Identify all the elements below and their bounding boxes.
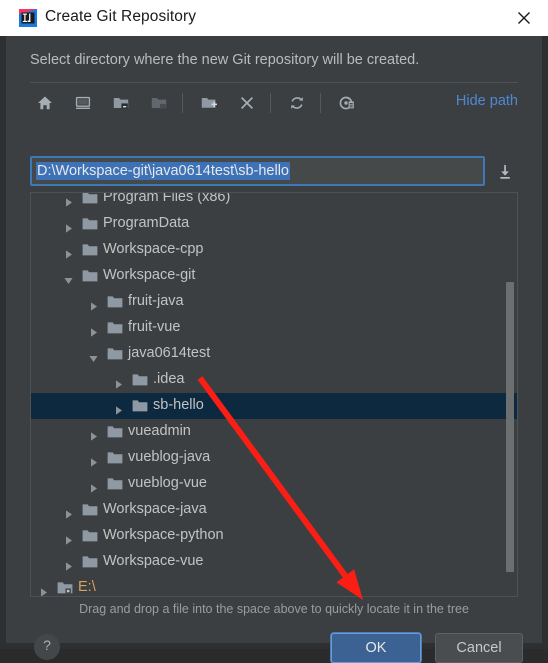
dialog-body: Select directory where the new Git repos… (6, 36, 542, 663)
module-folder-icon (144, 88, 174, 118)
drag-drop-hint: Drag and drop a file into the space abov… (79, 602, 469, 616)
chevron-down-icon[interactable] (89, 350, 98, 362)
tree-row[interactable]: fruit-java (31, 289, 517, 315)
chevron-down-icon[interactable] (64, 272, 73, 284)
toolbar-separator (270, 93, 271, 113)
tree-row[interactable]: ProgramData (31, 211, 517, 237)
show-hidden-files-icon[interactable] (332, 88, 362, 118)
project-folder-icon[interactable] (106, 88, 136, 118)
dialog-prompt: Select directory where the new Git repos… (30, 52, 420, 68)
chevron-right-icon[interactable] (64, 220, 73, 233)
ok-button[interactable]: OK (331, 633, 421, 663)
folder-icon (82, 269, 98, 283)
folder-icon (82, 555, 98, 569)
create-git-repository-dialog: Create Git Repository Select directory w… (0, 0, 548, 663)
chevron-right-icon[interactable] (64, 558, 73, 571)
hide-path-link[interactable]: Hide path (456, 93, 518, 109)
chevron-right-icon[interactable] (64, 246, 73, 259)
chevron-right-icon[interactable] (64, 506, 73, 519)
folder-icon (132, 373, 148, 387)
tree-row-label: sb-hello (153, 397, 204, 413)
folder-icon (107, 295, 123, 309)
folder-icon (82, 243, 98, 257)
tree-row[interactable]: vueadmin (31, 419, 517, 445)
folder-icon (82, 529, 98, 543)
path-input-value: D:\Workspace-git\java0614test\sb-hello (36, 162, 290, 180)
chevron-right-icon[interactable] (114, 402, 123, 415)
intellij-idea-logo-icon (19, 9, 37, 27)
help-button[interactable]: ? (34, 634, 60, 660)
folder-icon (132, 399, 148, 413)
path-row: D:\Workspace-git\java0614test\sb-hello (30, 156, 518, 186)
folder-icon (107, 347, 123, 361)
directory-tree-rows: Program Files (x86) ProgramData Workspace-… (31, 192, 517, 596)
tree-row-label: vueblog-java (128, 449, 211, 465)
path-input[interactable]: D:\Workspace-git\java0614test\sb-hello (30, 156, 485, 186)
tree-row-label: .idea (153, 371, 185, 387)
chevron-right-icon[interactable] (89, 298, 98, 311)
tree-row-label: java0614test (128, 345, 211, 361)
tree-row[interactable]: vueblog-java (31, 445, 517, 471)
folder-icon (107, 477, 123, 491)
tree-row-label: fruit-vue (128, 319, 181, 335)
tree-row[interactable]: Workspace-cpp (31, 237, 517, 263)
refresh-icon[interactable] (282, 88, 312, 118)
desktop-icon[interactable] (68, 88, 98, 118)
tree-row[interactable]: .idea (31, 367, 517, 393)
tree-row-label: E:\ (78, 579, 96, 595)
folder-icon (82, 193, 98, 205)
window-title: Create Git Repository (45, 8, 197, 25)
tree-row-label: fruit-java (128, 293, 184, 309)
tree-scrollbar[interactable] (506, 194, 516, 596)
toolbar-separator (320, 93, 321, 113)
tree-row-label: vueadmin (128, 423, 191, 439)
home-icon[interactable] (30, 88, 60, 118)
chevron-right-icon[interactable] (64, 532, 73, 545)
chevron-right-icon[interactable] (89, 480, 98, 493)
tree-row-label: Workspace-vue (103, 553, 204, 569)
delete-icon[interactable] (232, 88, 262, 118)
folder-icon (107, 451, 123, 465)
tree-row[interactable]: Workspace-python (31, 523, 517, 549)
insert-path-icon[interactable] (495, 162, 515, 182)
chevron-right-icon[interactable] (114, 376, 123, 389)
directory-tree[interactable]: Program Files (x86) ProgramData Workspace-… (30, 192, 518, 597)
chevron-right-icon[interactable] (39, 584, 48, 596)
tree-scrollbar-thumb[interactable] (506, 282, 514, 572)
tree-row-selected[interactable]: sb-hello (31, 393, 517, 419)
tree-row[interactable]: Workspace-git (31, 263, 517, 289)
tree-row-label: Program Files (x86) (103, 192, 231, 205)
locked-drive-folder-icon (57, 581, 73, 595)
tree-row[interactable]: E:\ (31, 575, 517, 596)
tree-row-label: Workspace-java (103, 501, 207, 517)
toolbar-separator (182, 93, 183, 113)
folder-icon (107, 321, 123, 335)
folder-icon (107, 425, 123, 439)
chevron-right-icon[interactable] (89, 454, 98, 467)
tree-row-label: Workspace-python (103, 527, 224, 543)
cancel-button[interactable]: Cancel (435, 633, 523, 663)
tree-row[interactable]: Workspace-vue (31, 549, 517, 575)
help-button-label: ? (43, 637, 51, 653)
chevron-right-icon[interactable] (64, 194, 73, 207)
new-folder-icon[interactable] (194, 88, 224, 118)
tree-row-label: Workspace-git (103, 267, 196, 283)
tree-row[interactable]: java0614test (31, 341, 517, 367)
tree-row-label: vueblog-vue (128, 475, 207, 491)
tree-row[interactable]: fruit-vue (31, 315, 517, 341)
tree-row-label: Workspace-cpp (103, 241, 204, 257)
file-chooser-toolbar: Hide path (30, 88, 518, 120)
tree-row[interactable]: Workspace-java (31, 497, 517, 523)
title-bar: Create Git Repository (0, 0, 548, 36)
chevron-right-icon[interactable] (89, 428, 98, 441)
close-icon[interactable] (502, 0, 548, 36)
chevron-right-icon[interactable] (89, 324, 98, 337)
tree-row-label: ProgramData (103, 215, 190, 231)
folder-icon (82, 503, 98, 517)
folder-icon (82, 217, 98, 231)
toolbar-divider (30, 82, 518, 83)
tree-row[interactable]: Program Files (x86) (31, 192, 517, 211)
tree-row[interactable]: vueblog-vue (31, 471, 517, 497)
